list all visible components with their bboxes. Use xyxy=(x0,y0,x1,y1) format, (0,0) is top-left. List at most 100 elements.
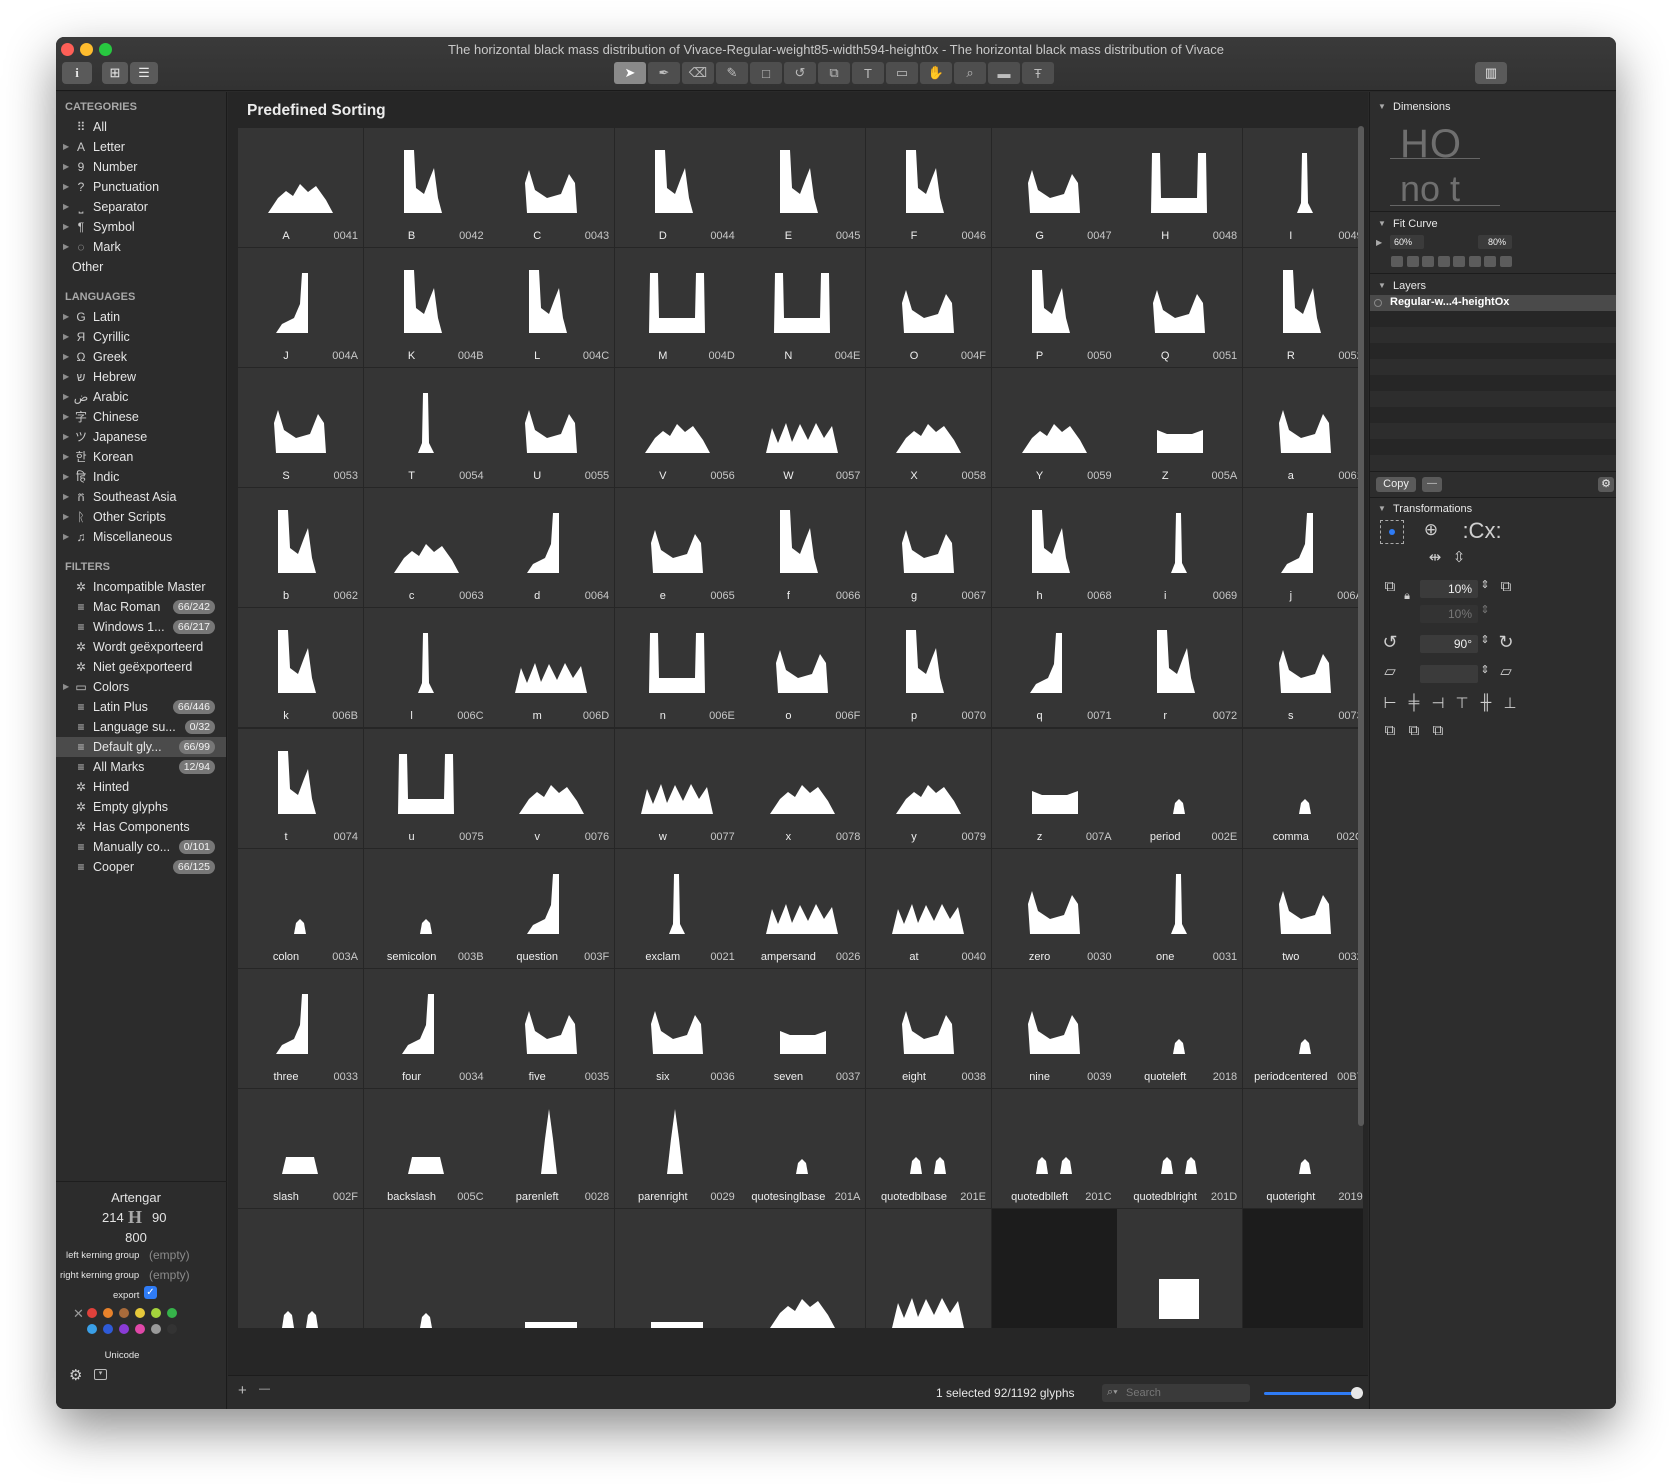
glyph-cell[interactable]: h 0068 xyxy=(991,488,1117,608)
glyph-cell[interactable]: C 0043 xyxy=(489,128,615,247)
glyph-cell[interactable]: F 0046 xyxy=(866,128,991,247)
disclosure-triangle-icon[interactable]: ▶ xyxy=(63,427,69,447)
glyph-cell[interactable]: P 0050 xyxy=(991,248,1117,368)
glyph-cell[interactable]: L 004C xyxy=(489,248,615,368)
category-other[interactable]: Other xyxy=(56,257,226,277)
glyph-cell[interactable]: s 0073 xyxy=(1242,608,1363,728)
filter-niet-ge-xporteerd[interactable]: ✲ Niet geëxporteerd xyxy=(56,657,226,677)
category-letter[interactable]: ▶ A Letter xyxy=(56,137,226,157)
gear-icon[interactable]: ⚙ xyxy=(69,1366,82,1384)
glyph-cell[interactable]: K 004B xyxy=(363,248,489,368)
glyph-cell[interactable]: O 004F xyxy=(866,248,991,368)
glyph-cell[interactable]: six 0036 xyxy=(614,968,740,1088)
color-swatch[interactable] xyxy=(135,1308,145,1318)
glyph-cell[interactable]: zero 0030 xyxy=(991,848,1117,968)
filter-manually-co[interactable]: ≡ Manually co... 0/101 xyxy=(56,837,226,857)
category-number[interactable]: ▶ 9 Number xyxy=(56,157,226,177)
glyph-cell[interactable]: quotedblleft 201C xyxy=(991,1088,1117,1208)
glyph-cell[interactable]: S 0053 xyxy=(238,368,363,488)
glyph-cell[interactable]: D 0044 xyxy=(614,128,740,247)
glyph-cell[interactable] xyxy=(614,1208,740,1328)
transformations-header[interactable]: ▼ Transformations xyxy=(1370,500,1616,518)
layer-row-selected[interactable]: Regular-w...4-heightOx xyxy=(1370,295,1616,311)
no-color-icon[interactable]: ✕ xyxy=(73,1306,84,1322)
fit-curve-low[interactable]: 60% xyxy=(1390,235,1424,249)
language-arabic[interactable]: ▶ ض Arabic xyxy=(56,387,226,407)
filter-cooper[interactable]: ≡ Cooper 66/125 xyxy=(56,857,226,877)
glyph-cell[interactable]: Y 0059 xyxy=(991,368,1117,488)
pen-tool-icon[interactable]: ✒ xyxy=(648,62,680,84)
flip-horizontal-icon[interactable]: ⇹ xyxy=(1426,548,1444,566)
glyph-cell[interactable]: slash 002F xyxy=(238,1088,363,1208)
color-swatch[interactable] xyxy=(167,1324,177,1334)
fit-curve-preset-button[interactable] xyxy=(1406,256,1419,267)
grid-view-button[interactable]: ⊞ xyxy=(102,62,128,84)
metric-origin-icon[interactable]: :Cx: xyxy=(1454,518,1510,544)
align-right-icon[interactable]: ⊣ xyxy=(1428,694,1448,712)
language-cyrillic[interactable]: ▶ Я Cyrillic xyxy=(56,327,226,347)
filter-incompatible-master[interactable]: ✲ Incompatible Master xyxy=(56,577,226,597)
slant-field[interactable] xyxy=(1420,665,1478,683)
glyph-cell[interactable]: five 0035 xyxy=(489,968,615,1088)
glyph-cell[interactable]: n 006E xyxy=(614,608,740,728)
glyph-cell[interactable] xyxy=(489,1208,615,1328)
eraser-tool-icon[interactable]: ⌫ xyxy=(682,62,714,84)
scale-y-field[interactable]: 10% xyxy=(1420,605,1478,623)
align-left-icon[interactable]: ⊢ xyxy=(1380,694,1400,712)
subtract-icon[interactable]: ⧉ xyxy=(1404,722,1424,739)
category-separator[interactable]: ▶ ⎵ Separator xyxy=(56,197,226,217)
glyph-cell[interactable]: question 003F xyxy=(489,848,615,968)
align-center-icon[interactable]: ╪ xyxy=(1404,694,1424,711)
fit-curve-preset-button[interactable] xyxy=(1484,256,1496,267)
glyph-cell[interactable] xyxy=(866,1208,991,1328)
glyph-cell[interactable]: l 006C xyxy=(363,608,489,728)
glyph-cell[interactable]: seven 0037 xyxy=(740,968,866,1088)
add-glyph-button[interactable]: + xyxy=(238,1382,247,1399)
glyph-cell[interactable]: four 0034 xyxy=(363,968,489,1088)
glyph-cell[interactable]: T 0054 xyxy=(363,368,489,488)
union-icon[interactable]: ⧉ xyxy=(1380,722,1400,739)
glyph-cell[interactable]: quotedblright 201D xyxy=(1117,1088,1243,1208)
right-sidebearing[interactable]: 90 xyxy=(152,1210,166,1225)
flip-vertical-icon[interactable]: ⇳ xyxy=(1450,548,1468,566)
glyph-cell[interactable]: e 0065 xyxy=(614,488,740,608)
glyph-cell[interactable]: W 0057 xyxy=(740,368,866,488)
glyph-cell[interactable]: d 0064 xyxy=(489,488,615,608)
glyph-cell[interactable]: I 0049 xyxy=(1242,128,1363,247)
color-swatch[interactable] xyxy=(103,1324,113,1334)
zoom-slider-knob[interactable] xyxy=(1351,1387,1363,1399)
glyph-cell[interactable]: one 0031 xyxy=(1117,848,1243,968)
filter-colors[interactable]: ▶ ▭ Colors xyxy=(56,677,226,697)
category-symbol[interactable]: ▶ ¶ Symbol xyxy=(56,217,226,237)
disclosure-triangle-icon[interactable]: ▶ xyxy=(63,157,69,177)
fit-curve-preset-button[interactable] xyxy=(1453,256,1465,267)
fit-curve-high[interactable]: 80% xyxy=(1478,235,1512,249)
slant-stepper[interactable]: ⇕ xyxy=(1480,663,1490,676)
language-korean[interactable]: ▶ 한 Korean xyxy=(56,447,226,467)
fit-curve-header[interactable]: ▼ Fit Curve xyxy=(1370,215,1616,233)
list-view-button[interactable]: ☰ xyxy=(130,62,158,84)
glyph-cell[interactable]: r 0072 xyxy=(1117,608,1243,728)
glyph-cell[interactable]: at 0040 xyxy=(866,848,991,968)
scale-x-field[interactable]: 10% xyxy=(1420,580,1478,598)
glyph-cell[interactable]: J 004A xyxy=(238,248,363,368)
annotation-tool-icon[interactable]: ▭ xyxy=(886,62,918,84)
align-top-icon[interactable]: ⊤ xyxy=(1452,694,1472,712)
glyph-cell[interactable]: comma 002C xyxy=(1242,728,1363,848)
glyph-cell[interactable]: X 0058 xyxy=(866,368,991,488)
fit-curve-preset-button[interactable] xyxy=(1499,256,1512,267)
slant-right-icon[interactable]: ▱ xyxy=(1496,662,1516,680)
disclosure-triangle-icon[interactable]: ▶ xyxy=(63,137,69,157)
glyph-cell[interactable]: R 0052 xyxy=(1242,248,1363,368)
zoom-slider[interactable] xyxy=(1264,1392,1358,1395)
glyph-cell[interactable]: Z 005A xyxy=(1117,368,1243,488)
glyph-cell[interactable]: quoteright 2019 xyxy=(1242,1088,1363,1208)
layer-visibility-icon[interactable] xyxy=(1374,299,1382,307)
dimensions-header[interactable]: ▼ Dimensions xyxy=(1370,98,1616,116)
glyph-cell[interactable] xyxy=(991,1208,1117,1328)
scale-tool-icon[interactable]: ⧉ xyxy=(818,62,850,84)
scale-down-icon[interactable]: ⧉ xyxy=(1380,578,1400,595)
glyph-cell[interactable]: quotesinglbase 201A xyxy=(740,1088,866,1208)
glyph-cell[interactable]: w 0077 xyxy=(614,728,740,848)
glyph-cell[interactable]: H 0048 xyxy=(1117,128,1243,247)
